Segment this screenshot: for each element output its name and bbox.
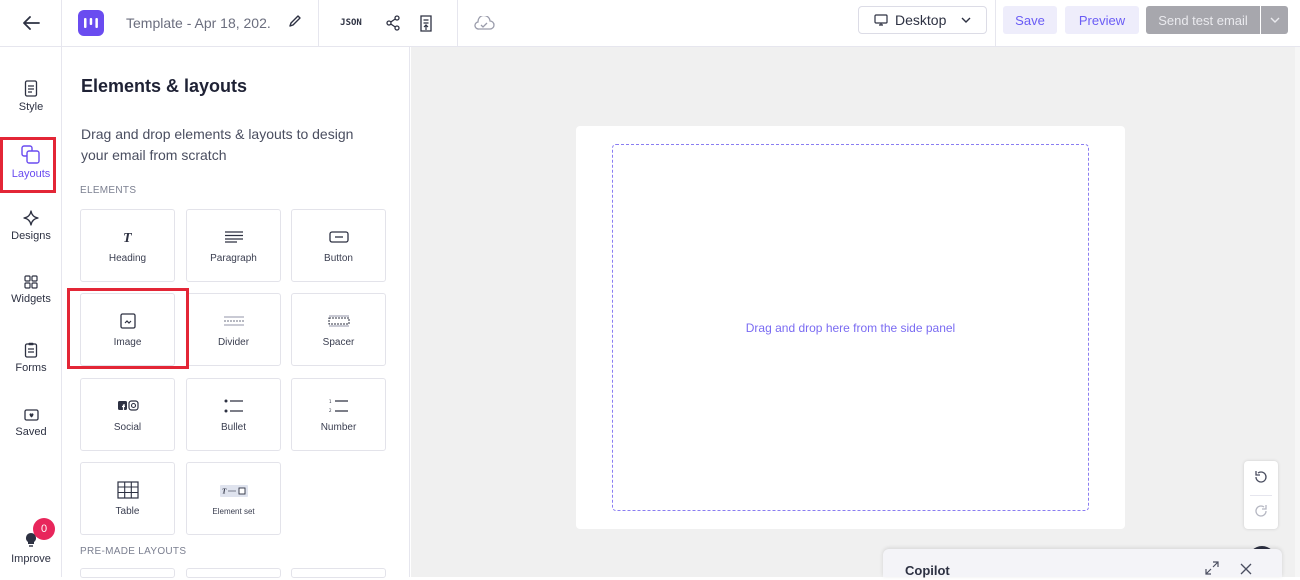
document-export-icon [420, 14, 432, 32]
rail-label: Widgets [11, 293, 51, 305]
element-label: Element set [212, 507, 255, 516]
element-element-set[interactable]: T Element set [186, 462, 281, 535]
element-spacer[interactable]: Spacer [291, 293, 386, 366]
send-options-dropdown[interactable] [1261, 6, 1288, 34]
undo-icon [1255, 471, 1267, 483]
chevron-down-icon [961, 17, 971, 23]
history-controls [1244, 461, 1278, 529]
widgets-icon [24, 275, 38, 289]
rail-label: Improve [11, 553, 51, 565]
premade-section-label: PRE-MADE LAYOUTS [80, 546, 187, 557]
rail-label: Style [18, 101, 44, 113]
undo-button[interactable] [1253, 469, 1269, 490]
device-label: Desktop [895, 12, 947, 28]
canvas-scrollbar[interactable] [1295, 47, 1300, 577]
element-number[interactable]: 12 Number [291, 378, 386, 451]
sparkle-icon [23, 210, 39, 226]
json-label: JSON [340, 18, 362, 28]
rail-item-forms[interactable]: Forms [0, 342, 62, 374]
divider-icon [223, 316, 244, 326]
cloud-check-icon [474, 15, 495, 30]
drop-zone[interactable]: Drag and drop here from the side panel [612, 144, 1089, 511]
element-label: Bullet [220, 422, 246, 433]
svg-text:T: T [222, 488, 227, 496]
share-icon [386, 15, 400, 31]
rail-item-widgets[interactable]: Widgets [0, 275, 62, 305]
paragraph-icon [224, 231, 243, 243]
close-icon [1240, 563, 1252, 575]
table-icon [116, 481, 139, 499]
saved-folder-icon [23, 409, 39, 421]
redo-button[interactable] [1253, 503, 1269, 524]
rail-label: Saved [15, 426, 47, 438]
button-icon [328, 231, 349, 243]
numbered-list-icon: 12 [329, 399, 348, 413]
highlight-layouts [0, 137, 56, 193]
logo-icon [84, 18, 98, 28]
preview-button[interactable]: Preview [1065, 6, 1139, 34]
rail-item-improve[interactable]: Improve [0, 532, 62, 565]
divider [995, 0, 996, 47]
drop-zone-text: Drag and drop here from the side panel [745, 320, 956, 335]
template-name[interactable]: Template - Apr 18, 202... [126, 15, 272, 31]
copilot-title: Copilot [905, 563, 950, 578]
rail-item-style[interactable]: Style [0, 80, 62, 113]
svg-text:T: T [123, 231, 133, 244]
element-label: Social [113, 422, 142, 433]
rail-item-saved[interactable]: Saved [0, 408, 62, 438]
copilot-panel[interactable]: Copilot [883, 549, 1282, 580]
element-button[interactable]: Button [291, 209, 386, 282]
edit-name-button[interactable] [288, 14, 302, 33]
send-test-email-button[interactable]: Send test email [1146, 6, 1260, 34]
save-button[interactable]: Save [1003, 6, 1057, 34]
highlight-image [67, 288, 189, 369]
element-label: Heading [108, 253, 147, 264]
expand-icon [1205, 561, 1219, 575]
element-table[interactable]: Table [80, 462, 175, 535]
arrow-left-icon [22, 16, 40, 30]
clipboard-icon [24, 342, 38, 358]
elements-section-label: ELEMENTS [80, 185, 137, 196]
monitor-icon [874, 14, 888, 26]
close-button[interactable] [1240, 562, 1252, 580]
spacer-icon [328, 315, 349, 327]
redo-icon [1255, 505, 1267, 517]
element-label: Button [324, 253, 353, 264]
rail-label: Forms [15, 362, 47, 374]
export-button[interactable] [403, 0, 449, 47]
chevron-down-icon [1270, 17, 1279, 23]
json-button[interactable]: JSON [319, 0, 383, 47]
left-rail: Style Layouts Designs Widgets Forms Save… [0, 47, 62, 577]
rail-item-designs[interactable]: Designs [0, 210, 62, 242]
share-button[interactable] [383, 0, 403, 47]
element-label: Divider [217, 337, 250, 348]
back-button[interactable] [0, 0, 62, 47]
element-divider[interactable]: Divider [186, 293, 281, 366]
cloud-sync-status [458, 0, 510, 47]
element-heading[interactable]: T Heading [80, 209, 175, 282]
element-label: Spacer [322, 337, 355, 348]
device-selector[interactable]: Desktop [858, 6, 987, 34]
svg-text:1: 1 [329, 399, 332, 404]
element-label: Table [115, 506, 140, 517]
expand-button[interactable] [1205, 561, 1219, 580]
panel-description: Drag and drop elements & layouts to desi… [81, 126, 354, 163]
rail-label: Designs [11, 230, 51, 242]
divider [1250, 495, 1272, 496]
element-label: Paragraph [210, 253, 257, 264]
bullet-list-icon [224, 399, 243, 413]
notification-badge: 0 [33, 518, 55, 540]
svg-text:2: 2 [329, 408, 332, 413]
app-logo [78, 10, 104, 36]
heading-icon: T [123, 231, 133, 244]
pencil-icon [289, 14, 301, 27]
element-bullet[interactable]: Bullet [186, 378, 281, 451]
element-paragraph[interactable]: Paragraph [186, 209, 281, 282]
element-label: Number [320, 422, 357, 433]
panel-title: Elements & layouts [81, 76, 248, 96]
element-set-icon: T [219, 485, 248, 497]
social-icon [117, 400, 139, 411]
element-social[interactable]: Social [80, 378, 175, 451]
style-icon [24, 80, 38, 97]
